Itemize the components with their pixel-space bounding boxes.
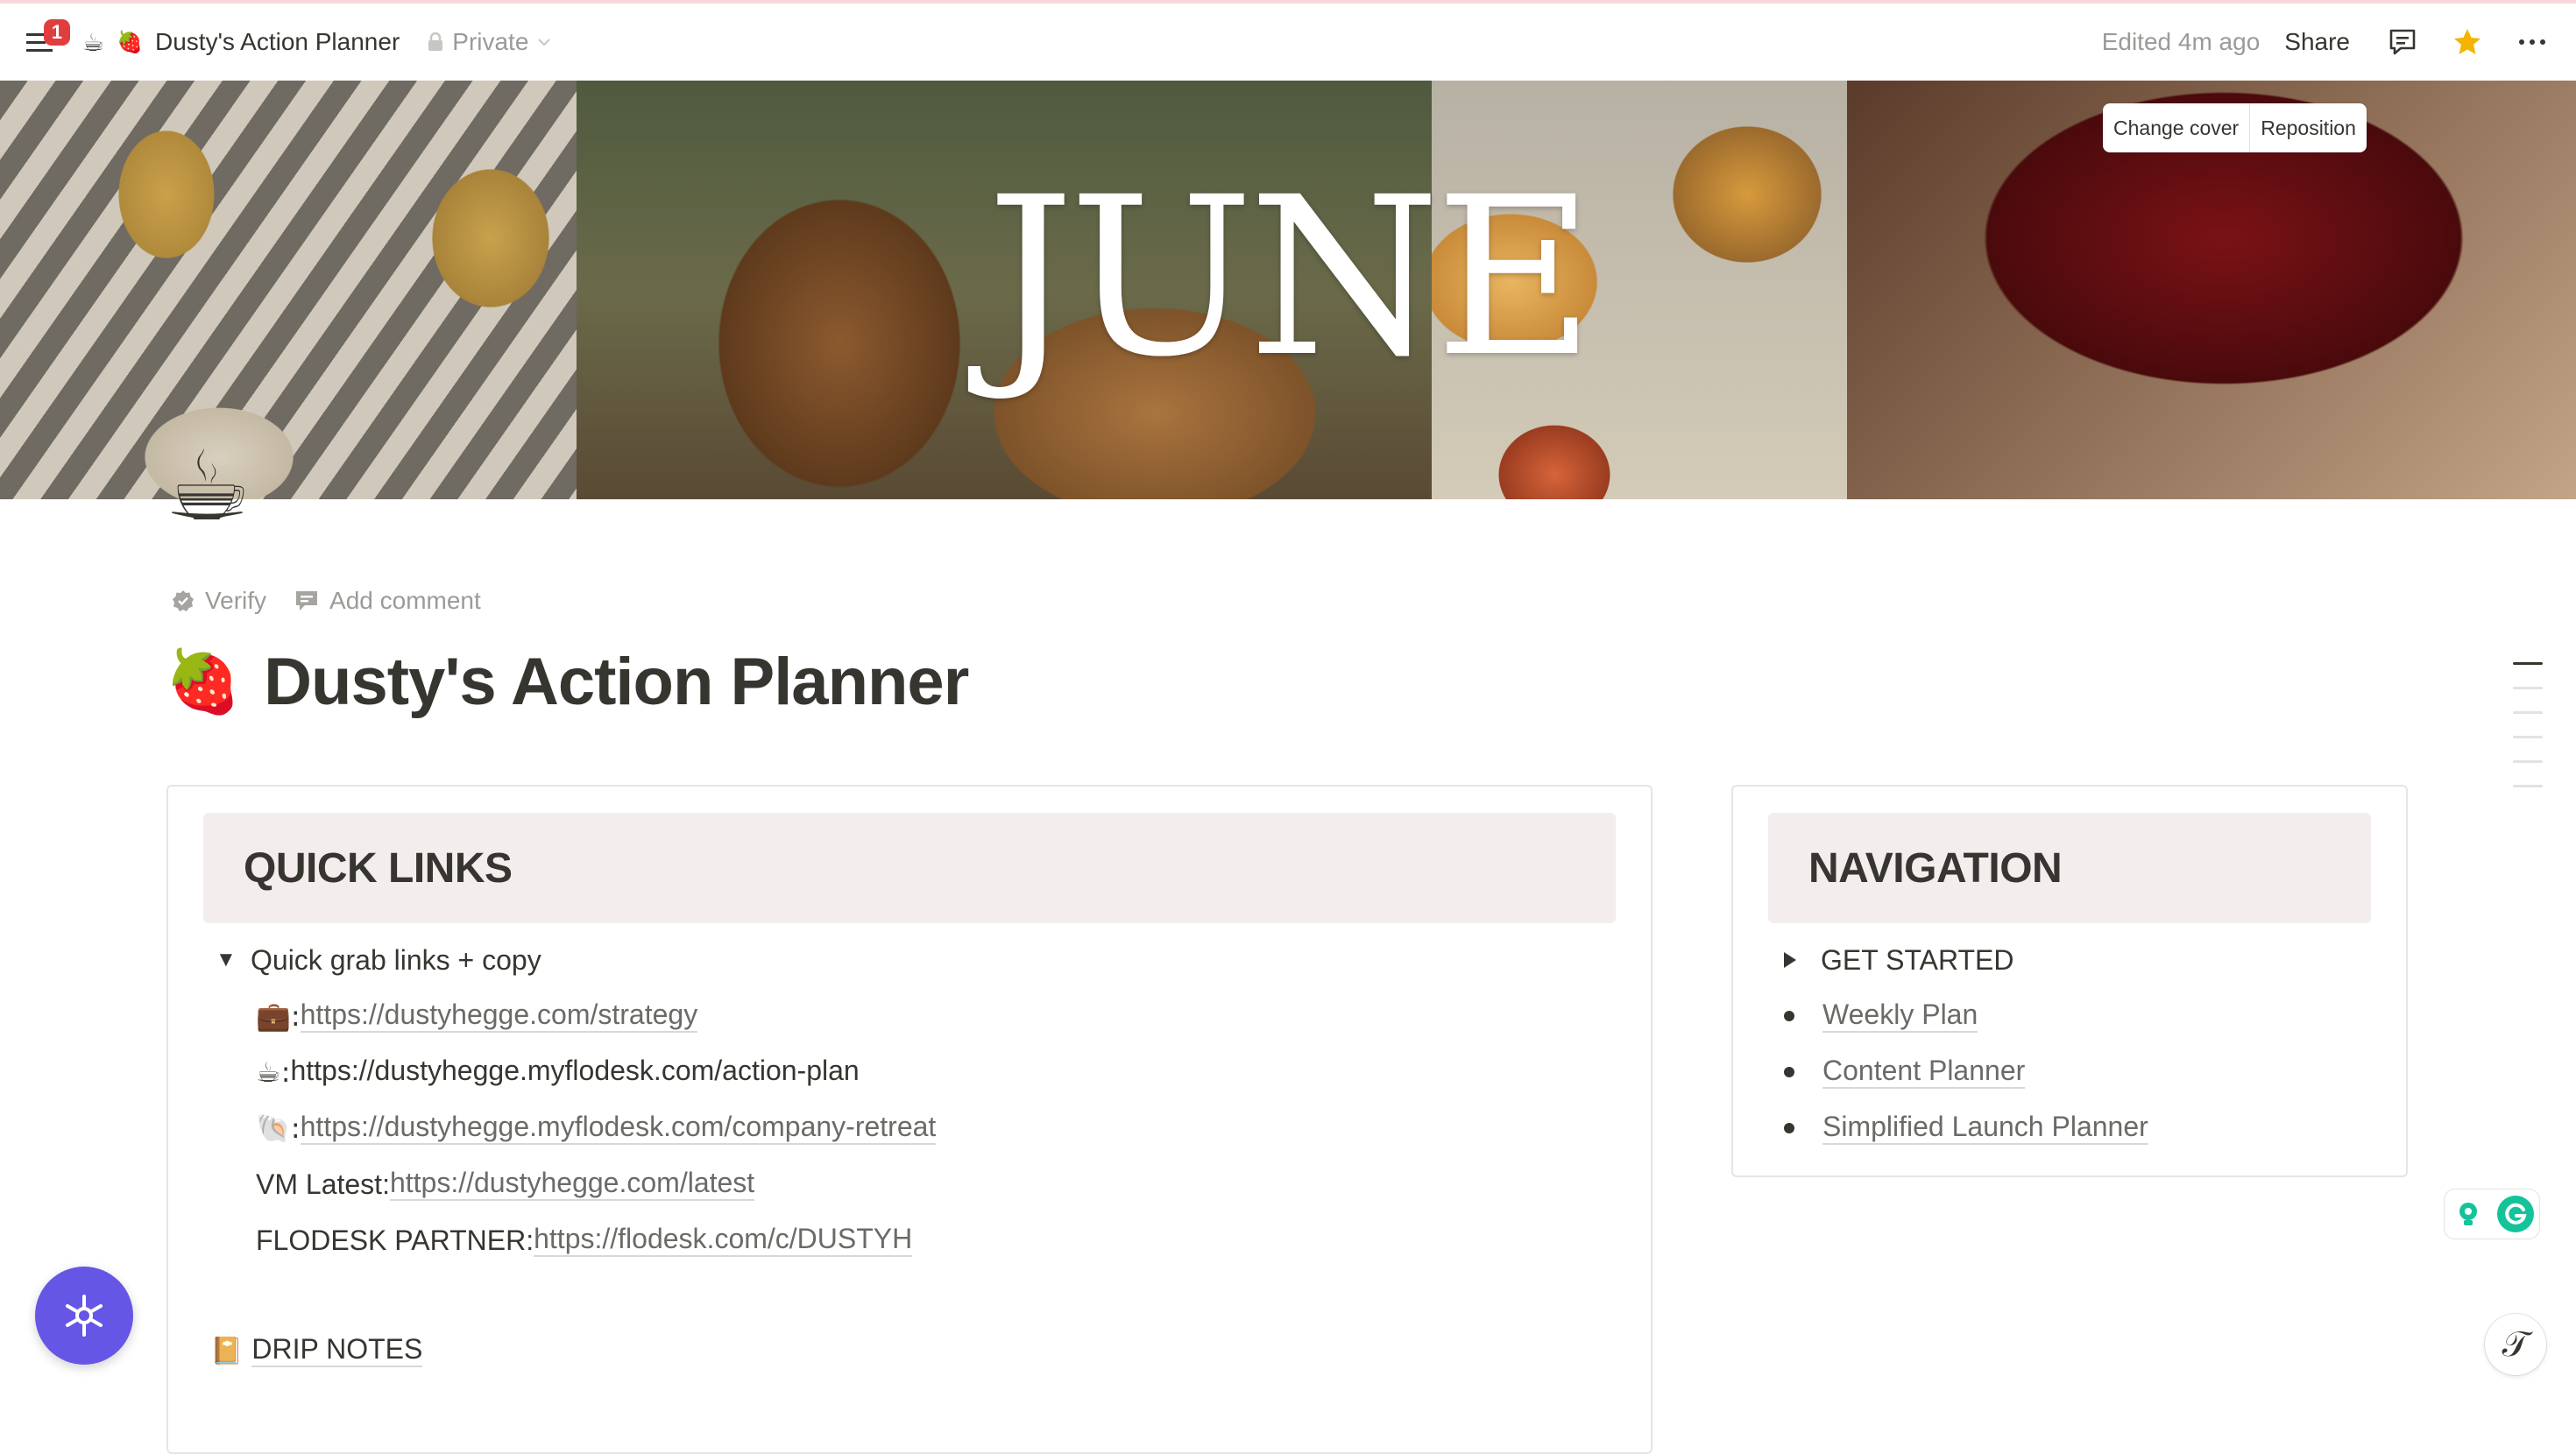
notification-badge[interactable]: 1: [44, 19, 70, 46]
topbar-actions: Edited 4m ago Share: [2102, 23, 2576, 61]
toggle-open-icon[interactable]: ▼: [216, 948, 251, 972]
more-horizontal-icon: [2519, 39, 2545, 45]
page-meta-actions: Verify Add comment: [172, 582, 481, 620]
toc-line[interactable]: [2513, 687, 2543, 689]
verify-label: Verify: [205, 587, 267, 614]
privacy-label: Private: [452, 28, 529, 55]
nav-link-content-planner[interactable]: Content Planner: [1822, 1055, 2026, 1089]
quick-link[interactable]: https://dustyhegge.myflodesk.com/action-…: [290, 1055, 859, 1088]
comment-icon: [296, 591, 318, 611]
page-title: 🍓 Dusty's Action Planner: [165, 636, 969, 727]
quick-link[interactable]: https://dustyhegge.myflodesk.com/company…: [300, 1112, 937, 1145]
bullet-icon: [1784, 1011, 1794, 1021]
grammarly-widget[interactable]: [2445, 1189, 2539, 1239]
add-comment-button[interactable]: Add comment: [294, 587, 481, 615]
breadcrumb-coffee-icon[interactable]: ☕: [82, 28, 104, 57]
quick-links-callout: QUICK LINKS ▼ Quick grab links + copy 💼:…: [166, 785, 1652, 1454]
grammarly-icon[interactable]: [2497, 1196, 2534, 1232]
quick-link[interactable]: https://dustyhegge.com/strategy: [300, 999, 698, 1033]
toc-line[interactable]: [2513, 662, 2543, 665]
comment-icon: [2389, 29, 2416, 55]
toc-line[interactable]: [2513, 711, 2543, 714]
quick-link-row: FLODESK PARTNER: https://flodesk.com/c/D…: [256, 1219, 913, 1261]
change-cover-button[interactable]: Change cover: [2103, 103, 2249, 152]
get-started-toggle[interactable]: GET STARTED: [1772, 939, 2013, 981]
edited-timestamp: Edited 4m ago: [2101, 28, 2261, 55]
grammarly-g-svg: [2505, 1203, 2527, 1225]
assistant-fab-button[interactable]: [35, 1267, 133, 1365]
breadcrumb: ☕ 🍓 Dusty's Action Planner Private: [82, 23, 551, 61]
navigation-heading[interactable]: NAVIGATION: [1808, 844, 2063, 893]
more-options-button[interactable]: [2511, 21, 2553, 63]
link-prefix: 💼:: [256, 999, 301, 1033]
quick-link-row: 🐚: https://dustyhegge.myflodesk.com/comp…: [256, 1107, 937, 1149]
navigation-header: NAVIGATION: [1768, 813, 2371, 923]
cover-photo-lemons: [0, 81, 577, 499]
link-prefix: ☕:: [256, 1055, 291, 1089]
verify-button[interactable]: Verify: [172, 587, 266, 615]
lightbulb-svg: [2459, 1203, 2477, 1225]
quick-links-header: QUICK LINKS: [203, 813, 1616, 923]
lightbulb-icon[interactable]: [2450, 1196, 2487, 1232]
navigation-callout: NAVIGATION GET STARTED Weekly Plan Conte…: [1731, 785, 2408, 1177]
page-title-text[interactable]: Dusty's Action Planner: [264, 644, 969, 720]
privacy-dropdown[interactable]: Private: [428, 28, 551, 56]
notebook-icon: 📔: [210, 1335, 244, 1366]
quick-link-row: VM Latest: https://dustyhegge.com/latest: [256, 1163, 755, 1205]
cover-title-text: JUNE: [986, 150, 1595, 405]
favorite-button[interactable]: [2446, 21, 2488, 63]
toggle-label: Quick grab links + copy: [251, 943, 541, 976]
cover-image[interactable]: JUNE Change cover Reposition: [0, 81, 2576, 499]
page-icon[interactable]: ☕: [165, 438, 251, 534]
quick-link-row: 💼: https://dustyhegge.com/strategy: [256, 995, 698, 1037]
title-strawberry-icon: 🍓: [165, 645, 242, 717]
breadcrumb-strawberry-icon[interactable]: 🍓: [117, 30, 143, 54]
star-icon: [2454, 29, 2480, 54]
bullet-icon: [1784, 1123, 1794, 1133]
drip-notes-label: DRIP NOTES: [251, 1334, 423, 1367]
quick-link[interactable]: https://dustyhegge.com/latest: [389, 1168, 755, 1201]
quick-link[interactable]: https://flodesk.com/c/DUSTYH: [534, 1224, 913, 1257]
toggle-closed-icon[interactable]: [1784, 952, 1796, 968]
top-bar: 1 ☕ 🍓 Dusty's Action Planner Private Edi…: [0, 4, 2576, 81]
reposition-button[interactable]: Reposition: [2249, 103, 2367, 152]
bullet-icon: [1784, 1067, 1794, 1077]
nav-list-item: Content Planner: [1772, 1051, 2026, 1093]
comments-button[interactable]: [2381, 21, 2424, 63]
add-comment-label: Add comment: [329, 587, 481, 614]
cursive-t-icon: 𝒯: [2502, 1324, 2530, 1365]
verified-badge-icon: [173, 590, 194, 611]
cover-controls: Change cover Reposition: [2103, 103, 2367, 152]
nav-link-simplified-launch-planner[interactable]: Simplified Launch Planner: [1822, 1112, 2148, 1145]
toc-line[interactable]: [2513, 785, 2543, 787]
quick-grab-toggle[interactable]: ▼ Quick grab links + copy: [216, 939, 541, 981]
quick-link-row: ☕: https://dustyhegge.myflodesk.com/acti…: [256, 1051, 860, 1093]
quick-links-heading[interactable]: QUICK LINKS: [244, 844, 513, 893]
drip-notes-page-link[interactable]: 📔 DRIP NOTES: [210, 1330, 423, 1372]
get-started-label: GET STARTED: [1821, 943, 2014, 976]
nav-list-item: Weekly Plan: [1772, 995, 1978, 1037]
toc-line[interactable]: [2513, 736, 2543, 738]
breadcrumb-page-name[interactable]: Dusty's Action Planner: [155, 28, 400, 56]
share-button[interactable]: Share: [2284, 28, 2350, 56]
table-of-contents-indicator[interactable]: [2513, 662, 2543, 809]
nav-link-weekly-plan[interactable]: Weekly Plan: [1822, 999, 1978, 1033]
lock-icon: [428, 32, 443, 51]
link-prefix: 🐚:: [256, 1112, 301, 1145]
help-button[interactable]: 𝒯: [2485, 1314, 2546, 1375]
link-prefix: VM Latest:: [256, 1168, 390, 1200]
nav-list-item: Simplified Launch Planner: [1772, 1107, 2148, 1149]
link-prefix: FLODESK PARTNER:: [256, 1224, 534, 1256]
snowflake-icon: [66, 1295, 103, 1337]
chevron-down-icon: [538, 39, 551, 46]
toc-line[interactable]: [2513, 760, 2543, 763]
